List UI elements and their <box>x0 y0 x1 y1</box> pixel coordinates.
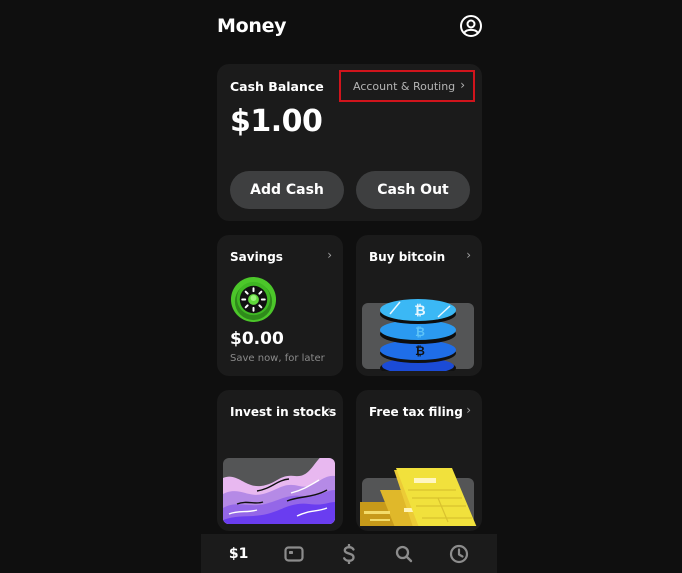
clock-icon <box>450 544 469 563</box>
tax-forms-illustration <box>360 468 477 526</box>
dollar-icon <box>343 543 355 564</box>
svg-text:₿: ₿ <box>414 303 425 319</box>
money-screen: Money Cash Balance Account & Routing › $… <box>201 0 497 573</box>
cash-balance-card: Cash Balance Account & Routing › $1.00 A… <box>217 64 482 221</box>
search-icon <box>396 545 413 562</box>
savings-amount: $0.00 <box>230 329 284 349</box>
tab-card[interactable] <box>274 539 314 569</box>
savings-tile[interactable]: Savings › $0.00 Save now, for later <box>217 235 343 376</box>
profile-button[interactable] <box>459 14 483 38</box>
free-tax-filing-tile[interactable]: Free tax filing › <box>356 390 482 531</box>
svg-text:₿: ₿ <box>415 325 425 339</box>
svg-text:₿: ₿ <box>415 344 425 358</box>
tab-activity[interactable] <box>439 539 479 569</box>
cash-out-button[interactable]: Cash Out <box>356 171 470 209</box>
tab-search[interactable] <box>384 539 424 569</box>
money-tab-label: $1 <box>228 545 249 562</box>
buy-bitcoin-tile[interactable]: Buy bitcoin › ₿ ₿ ₿ <box>356 235 482 376</box>
tab-money[interactable]: $1 <box>219 539 259 569</box>
add-cash-button[interactable]: Add Cash <box>230 171 344 209</box>
chevron-right-icon: › <box>460 78 465 92</box>
savings-subtitle: Save now, for later <box>230 353 325 364</box>
account-routing-link[interactable]: Account & Routing › <box>339 70 475 102</box>
bitcoin-coins-illustration: ₿ ₿ ₿ <box>380 299 456 371</box>
profile-icon <box>460 15 482 37</box>
header: Money <box>217 14 483 42</box>
account-routing-label: Account & Routing <box>353 79 456 93</box>
savings-title: Savings <box>230 250 283 264</box>
stocks-waves-illustration <box>223 458 335 524</box>
cash-balance-amount: $1.00 <box>230 104 323 139</box>
chevron-right-icon: › <box>327 248 332 262</box>
savings-sun-icon <box>230 276 277 323</box>
tab-pay[interactable] <box>329 539 369 569</box>
invest-stocks-tile[interactable]: Invest in stocks › <box>217 390 343 531</box>
bottom-tab-bar: $1 <box>201 534 497 573</box>
cash-balance-label: Cash Balance <box>230 79 324 94</box>
card-icon <box>284 545 304 562</box>
page-title: Money <box>217 15 287 37</box>
